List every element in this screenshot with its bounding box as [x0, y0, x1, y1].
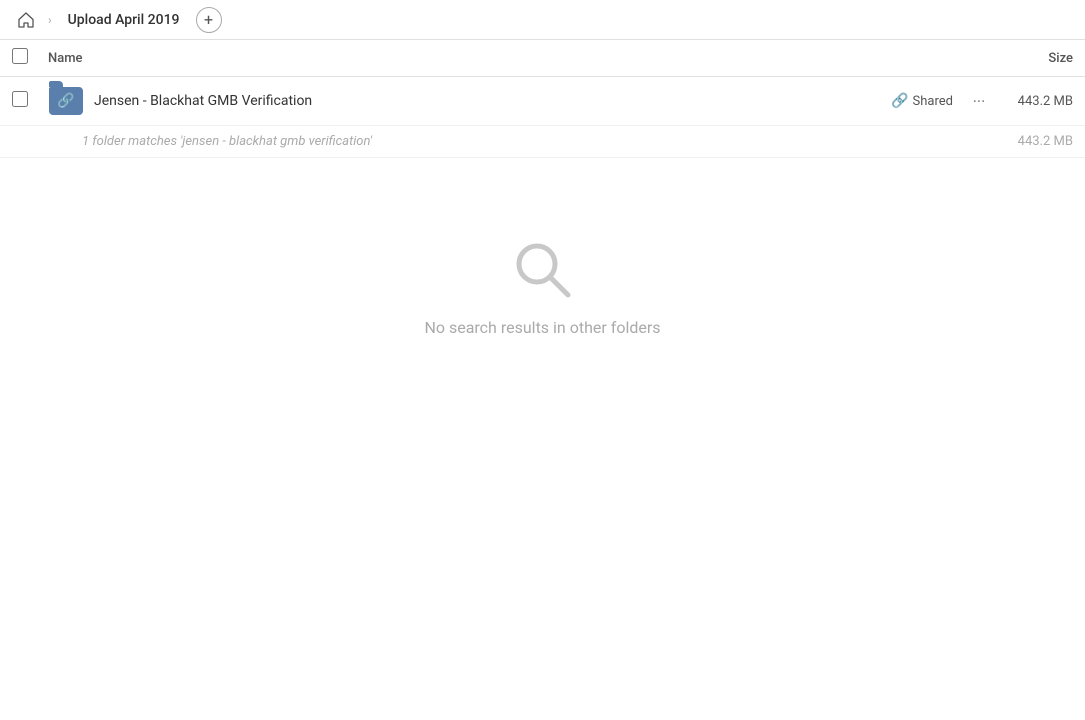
link-overlay-icon: 🔗: [57, 93, 74, 109]
add-button[interactable]: +: [196, 7, 222, 33]
match-size: 443.2 MB: [993, 134, 1073, 149]
breadcrumb-label[interactable]: Upload April 2019: [60, 8, 188, 32]
file-meta: 🔗 Shared ···: [891, 87, 993, 115]
col-name-header: Name: [48, 51, 973, 66]
folder-icon: 🔗: [49, 87, 83, 115]
breadcrumb-item: Upload April 2019: [60, 8, 188, 32]
shared-label: Shared: [913, 94, 953, 109]
file-name: Jensen - Blackhat GMB Verification: [94, 93, 891, 109]
more-options-button[interactable]: ···: [965, 87, 993, 115]
match-text: 1 folder matches 'jensen - blackhat gmb …: [82, 134, 993, 149]
select-all-checkbox[interactable]: [12, 48, 28, 64]
no-results-text: No search results in other folders: [424, 318, 660, 337]
row-checkbox-col: [12, 91, 48, 111]
row-checkbox[interactable]: [12, 91, 28, 107]
table-row[interactable]: 🔗 Jensen - Blackhat GMB Verification 🔗 S…: [0, 77, 1085, 126]
no-results-icon: [511, 238, 575, 302]
empty-state: No search results in other folders: [0, 158, 1085, 337]
top-bar: › Upload April 2019 +: [0, 0, 1085, 40]
file-size: 443.2 MB: [993, 94, 1073, 109]
breadcrumb-separator: ›: [48, 13, 52, 27]
match-count-row: 1 folder matches 'jensen - blackhat gmb …: [0, 126, 1085, 158]
folder-icon-wrapper: 🔗: [48, 83, 84, 119]
link-icon: 🔗: [891, 93, 908, 109]
shared-badge: 🔗 Shared: [891, 93, 953, 109]
col-size-header: Size: [973, 51, 1073, 66]
table-header: Name Size: [0, 40, 1085, 77]
header-checkbox-col: [12, 48, 48, 68]
home-button[interactable]: [12, 6, 40, 34]
